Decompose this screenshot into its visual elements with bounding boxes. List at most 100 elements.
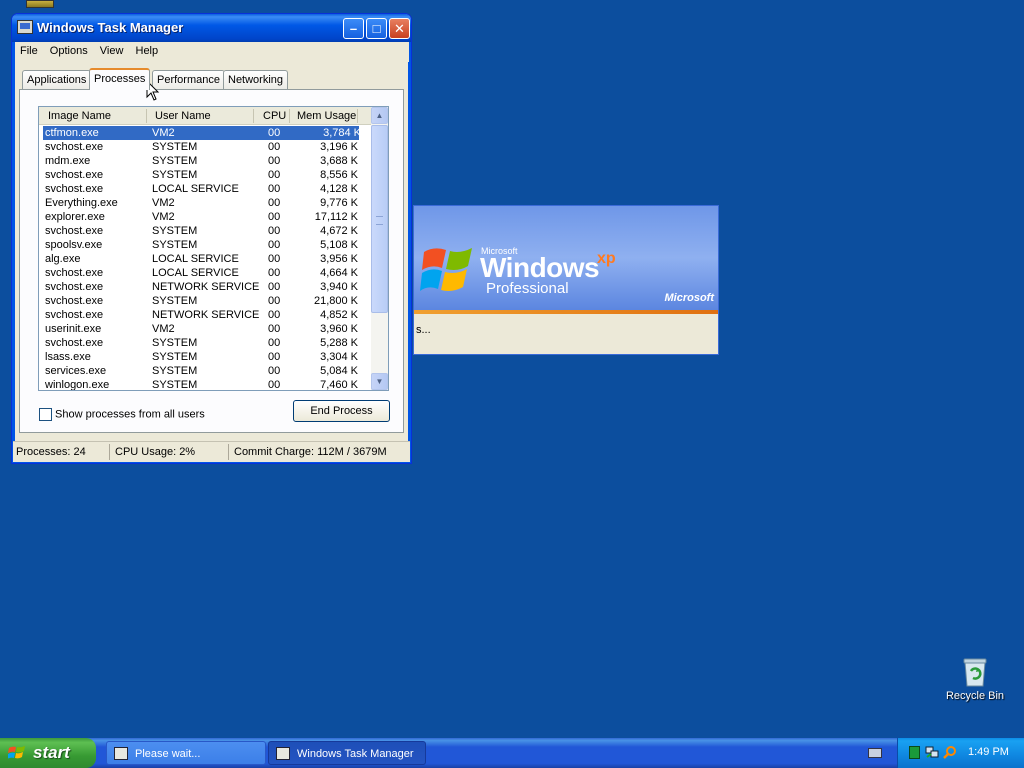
table-row[interactable]: services.exe SYSTEM 00 5,084 K [39, 364, 372, 378]
table-row[interactable]: winlogon.exe SYSTEM 00 7,460 K [39, 378, 372, 391]
task-manager-window: Windows Task Manager – □ ✕ File Options … [11, 13, 412, 464]
cell-cpu: 00 [268, 365, 281, 377]
cell-user: SYSTEM [152, 141, 198, 153]
cell-cpu: 00 [268, 351, 281, 363]
desktop-icon[interactable] [26, 0, 54, 8]
taskbar: start Please wait... Windows Task Manage… [0, 738, 1024, 768]
taskbar-item-task-manager[interactable]: Windows Task Manager [268, 741, 426, 765]
cell-image: svchost.exe [45, 295, 104, 307]
scroll-down-icon[interactable]: ▼ [371, 373, 388, 390]
tab-performance[interactable]: Performance [152, 70, 225, 89]
checkbox-icon[interactable] [39, 408, 52, 421]
start-label: start [33, 743, 70, 762]
cell-cpu: 00 [268, 225, 281, 237]
status-processes: Processes: 24 [16, 446, 86, 458]
menu-options[interactable]: Options [46, 42, 93, 57]
cell-image: lsass.exe [45, 351, 91, 363]
cell-image: winlogon.exe [45, 379, 110, 391]
cell-mem: 3,688 K [320, 155, 358, 167]
microsoft-logo: Microsoft [664, 292, 715, 304]
tab-processes[interactable]: Processes [89, 68, 151, 90]
cell-image: svchost.exe [45, 337, 104, 349]
cell-user: VM2 [152, 323, 175, 335]
cpu-meter-icon[interactable] [909, 746, 920, 759]
cell-mem: 7,460 K [320, 379, 358, 391]
cell-mem: 4,852 K [320, 309, 358, 321]
table-row[interactable]: alg.exe LOCAL SERVICE 00 3,956 K [39, 252, 372, 266]
splash-orange-bar [414, 310, 718, 314]
show-all-users-label: Show processes from all users [55, 408, 205, 421]
menu-view[interactable]: View [96, 42, 129, 57]
recycle-bin[interactable]: Recycle Bin [940, 656, 1010, 702]
cell-user: SYSTEM [152, 225, 198, 237]
cell-image: spoolsv.exe [45, 239, 103, 251]
column-user-name[interactable]: User Name [155, 110, 211, 122]
column-image-name[interactable]: Image Name [48, 110, 111, 122]
table-row[interactable]: mdm.exe SYSTEM 00 3,688 K [39, 154, 372, 168]
process-list[interactable]: Image Name User Name CPU Mem Usage ctfmo… [38, 106, 389, 391]
tab-applications[interactable]: Applications [22, 70, 92, 89]
menu-help[interactable]: Help [132, 42, 164, 57]
cell-user: SYSTEM [152, 155, 198, 167]
cell-cpu: 00 [268, 141, 281, 153]
keyboard-icon[interactable] [868, 748, 882, 758]
splash-edition-text: Professional [486, 280, 569, 297]
cell-mem: 5,108 K [320, 239, 358, 251]
cell-user: VM2 [152, 197, 175, 209]
cell-image: svchost.exe [45, 169, 104, 181]
table-row[interactable]: explorer.exe VM2 00 17,112 K [39, 210, 372, 224]
windows-splash-dialog: Microsoft Windows xp Professional Micros… [413, 205, 719, 355]
table-row[interactable]: svchost.exe SYSTEM 00 4,672 K [39, 224, 372, 238]
taskbar-item-please-wait[interactable]: Please wait... [106, 741, 266, 765]
cell-cpu: 00 [268, 183, 281, 195]
list-header: Image Name User Name CPU Mem Usage [39, 107, 388, 125]
table-row[interactable]: Everything.exe VM2 00 9,776 K [39, 196, 372, 210]
cell-user: SYSTEM [152, 295, 198, 307]
cell-mem: 21,800 K [313, 295, 358, 307]
table-row[interactable]: svchost.exe SYSTEM 00 5,288 K [39, 336, 372, 350]
show-all-users-checkbox[interactable]: Show processes from all users [39, 408, 205, 421]
column-mem-usage[interactable]: Mem Usage [297, 110, 356, 122]
cell-mem: 5,084 K [320, 365, 358, 377]
search-icon[interactable] [943, 745, 957, 759]
cell-mem: 3,304 K [320, 351, 358, 363]
menu-file[interactable]: File [16, 42, 43, 57]
table-row[interactable]: svchost.exe NETWORK SERVICE 00 3,940 K [39, 280, 372, 294]
scroll-up-icon[interactable]: ▲ [371, 107, 388, 124]
table-row[interactable]: lsass.exe SYSTEM 00 3,304 K [39, 350, 372, 364]
table-row[interactable]: svchost.exe SYSTEM 00 3,196 K [39, 140, 372, 154]
cell-mem: 5,288 K [320, 337, 358, 349]
table-row[interactable]: svchost.exe NETWORK SERVICE 00 4,852 K [39, 308, 372, 322]
table-row[interactable]: svchost.exe SYSTEM 00 8,556 K [39, 168, 372, 182]
cell-user: VM2 [152, 211, 175, 223]
tab-networking[interactable]: Networking [223, 70, 289, 89]
table-row[interactable]: svchost.exe LOCAL SERVICE 00 4,664 K [39, 266, 372, 280]
start-button[interactable]: start [0, 738, 96, 768]
title-bar[interactable]: Windows Task Manager – □ ✕ [12, 14, 411, 42]
close-button[interactable]: ✕ [389, 18, 410, 39]
end-process-button[interactable]: End Process [293, 400, 390, 422]
cell-cpu: 00 [268, 239, 281, 251]
cell-image: alg.exe [45, 253, 81, 265]
table-row[interactable]: spoolsv.exe SYSTEM 00 5,108 K [39, 238, 372, 252]
cell-cpu: 00 [268, 211, 281, 223]
process-rows: ctfmon.exe VM2 00 3,784 K svchost.exe SYSTEM 0… [39, 126, 372, 391]
splash-status-text: s... [416, 324, 431, 336]
processes-panel: Image Name User Name CPU Mem Usage ctfmo… [19, 89, 404, 433]
cell-user: SYSTEM [152, 365, 198, 377]
cell-image: svchost.exe [45, 309, 104, 321]
system-tray: 1:49 PM [897, 738, 1024, 768]
cell-user: SYSTEM [152, 239, 198, 251]
table-row[interactable]: svchost.exe SYSTEM 00 21,800 K [39, 294, 372, 308]
table-row[interactable]: svchost.exe LOCAL SERVICE 00 4,128 K [39, 182, 372, 196]
table-row[interactable]: ctfmon.exe VM2 00 3,784 K [43, 126, 361, 140]
scroll-thumb[interactable] [371, 125, 388, 313]
table-row[interactable]: userinit.exe VM2 00 3,960 K [39, 322, 372, 336]
maximize-button[interactable]: □ [366, 18, 387, 39]
column-cpu[interactable]: CPU [263, 110, 286, 122]
cell-cpu: 00 [268, 281, 281, 293]
network-icon[interactable] [925, 745, 939, 759]
minimize-button[interactable]: – [343, 18, 364, 39]
cell-cpu: 00 [268, 309, 281, 321]
vertical-scrollbar[interactable]: ▲ ▼ [371, 107, 388, 390]
